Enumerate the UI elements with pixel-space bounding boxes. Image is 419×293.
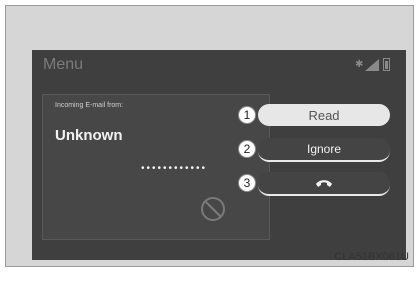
hang-up-button[interactable]: 3	[238, 172, 390, 196]
block-icon	[201, 197, 225, 221]
image-code: CLA51BX061U	[334, 251, 409, 263]
ignore-button-label: Ignore	[306, 142, 342, 156]
ignore-button[interactable]: 2 Ignore	[238, 138, 390, 162]
read-button-label: Read	[308, 107, 340, 123]
masked-address: ••••••••••••	[141, 163, 208, 174]
bluetooth-icon: ✱	[355, 59, 364, 70]
screenshot-frame: Menu ✱ Incoming E-mail from: Unknown •••…	[5, 5, 414, 267]
read-button[interactable]: 1 Read	[238, 104, 390, 126]
number-badge-2: 2	[238, 140, 256, 158]
phone-hangup-icon	[316, 180, 332, 187]
sender-name: Unknown	[55, 127, 123, 144]
menu-title: Menu	[43, 56, 84, 73]
battery-icon	[383, 58, 390, 71]
incoming-email-panel: Incoming E-mail from: Unknown ••••••••••…	[42, 94, 270, 240]
signal-icon	[365, 59, 379, 71]
infotainment-screen: Menu ✱ Incoming E-mail from: Unknown •••…	[32, 50, 406, 260]
number-badge-3: 3	[238, 174, 256, 192]
number-badge-1: 1	[238, 106, 256, 124]
incoming-email-label: Incoming E-mail from:	[55, 102, 124, 109]
status-bar: ✱	[355, 58, 390, 71]
